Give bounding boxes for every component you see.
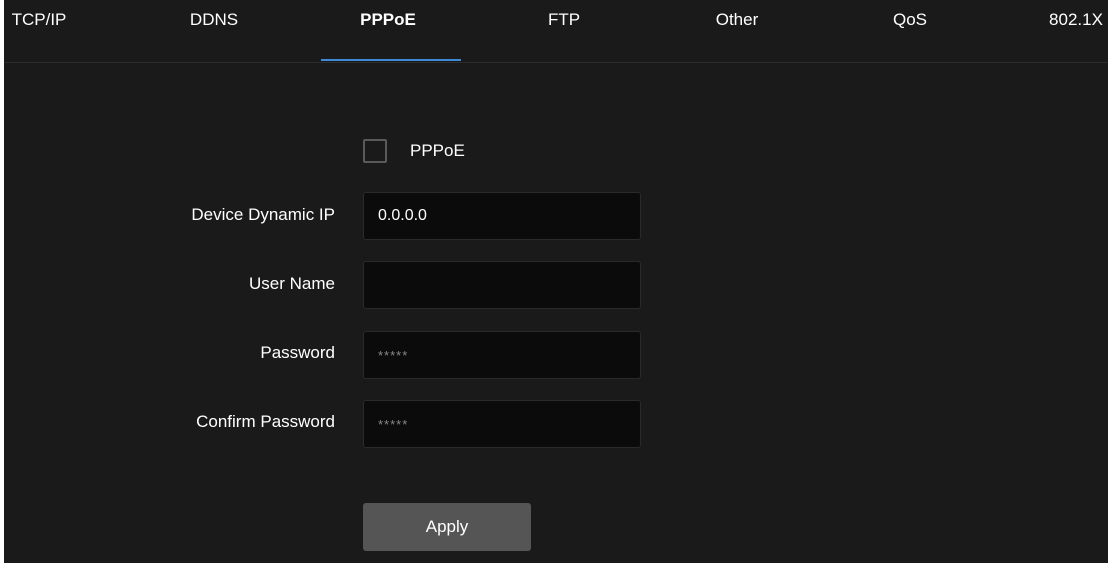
tab-other[interactable]: Other — [716, 10, 759, 30]
pppoe-enable-label: PPPoE — [410, 141, 465, 160]
confirm-password-field[interactable] — [363, 400, 641, 448]
tab-ddns[interactable]: DDNS — [190, 10, 238, 30]
tab-bar: TCP/IP DDNS PPPoE FTP Other QoS 802.1X — [4, 0, 1108, 63]
apply-button[interactable]: Apply — [363, 503, 531, 551]
tab-ftp[interactable]: FTP — [548, 10, 580, 30]
tab-qos[interactable]: QoS — [893, 10, 927, 30]
confirm-password-label: Confirm Password — [196, 412, 335, 431]
tab-802-1x[interactable]: 802.1X — [1049, 10, 1103, 30]
password-field[interactable] — [363, 331, 641, 379]
user-name-field[interactable] — [363, 261, 641, 309]
tab-pppoe[interactable]: PPPoE — [360, 10, 416, 30]
tab-tcp-ip[interactable]: TCP/IP — [12, 10, 67, 30]
device-dynamic-ip-label: Device Dynamic IP — [191, 205, 335, 224]
active-tab-indicator — [321, 59, 461, 61]
device-dynamic-ip-field[interactable] — [363, 192, 641, 240]
user-name-label: User Name — [249, 274, 335, 293]
pppoe-enable-checkbox[interactable] — [363, 139, 387, 163]
password-label: Password — [260, 343, 335, 362]
network-settings-panel: TCP/IP DDNS PPPoE FTP Other QoS 802.1X P… — [4, 0, 1108, 563]
